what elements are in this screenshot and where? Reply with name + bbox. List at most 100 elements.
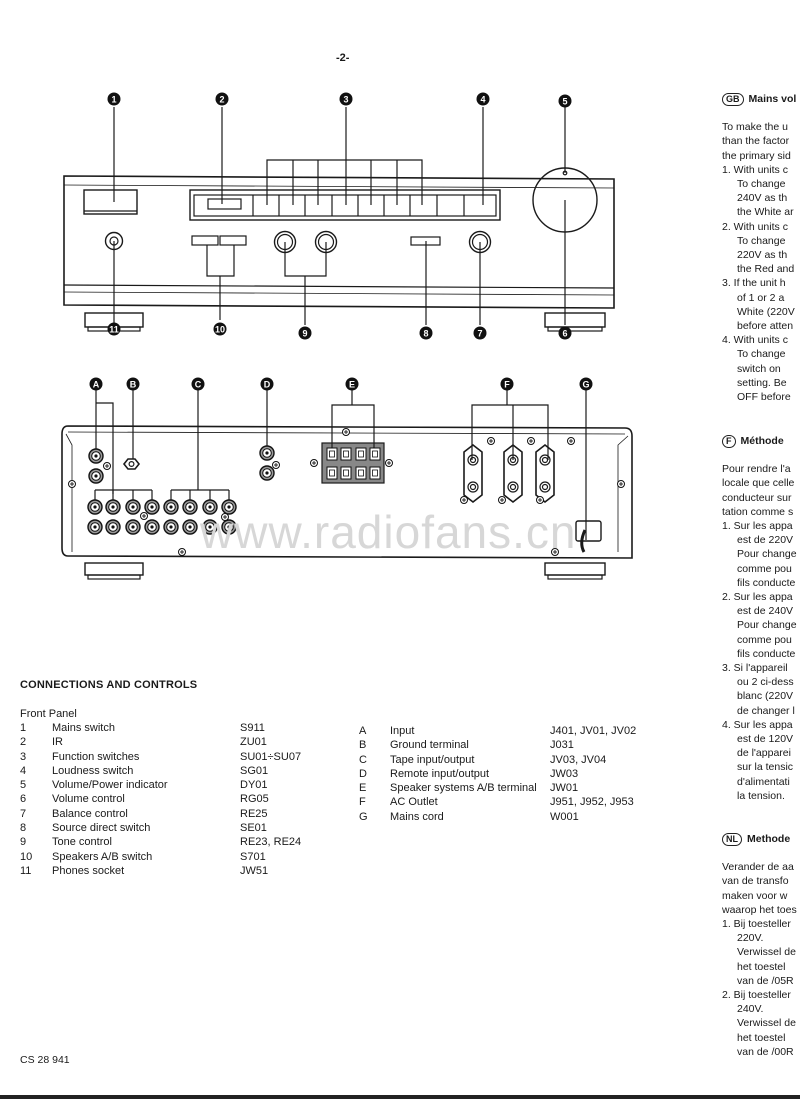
speaker-terminal [326,466,338,480]
rca-jack [182,519,198,535]
item-label: AC Outlet [390,796,438,809]
rca-jack [163,499,179,515]
item-label: IR [52,736,63,749]
svg-text:7: 7 [477,329,482,339]
rca-jack [88,468,104,484]
item-number: 7 [20,807,27,820]
item-label: Volume/Power indicator [52,779,168,792]
callout-1: 1 [107,92,121,106]
numbered-step: 3. If the unit h of 1 or 2 a White (220V be… [722,277,795,333]
section-heading: F Méthode [722,434,800,448]
item-label: Input [390,725,415,737]
rca-jack [163,519,179,535]
bottom-rule [0,1095,800,1099]
screw-icon [140,512,148,520]
screw-icon [342,428,350,436]
screw-icon [272,461,280,469]
item-code: S701 [240,850,266,863]
item-number: D [359,767,367,780]
item-number: 10 [20,850,33,863]
screw-icon [68,480,76,488]
screw-icon [487,437,495,445]
screw-icon [385,459,393,467]
rca-jack [125,519,141,535]
section-gb-mains-voltage: GB Mains vol To make the u than the factor t… [722,92,800,404]
speaker-terminal [369,466,381,480]
callout-4: 4 [476,92,490,106]
intro-paragraph: Verander de aa van de transfo maken voor w… [722,861,797,916]
callout-A: A [89,377,103,391]
callout-2: 2 [215,92,229,106]
item-number: 8 [20,822,27,835]
svg-text:F: F [504,380,510,390]
item-code: DY01 [240,779,268,792]
rca-jack [87,499,103,515]
item-label: Speakers A/B switch [52,850,153,863]
section-heading: GB Mains vol [722,92,800,106]
watermark: www.radiofans.cn [200,506,577,558]
numbered-step: 1. Bij toesteller 220V. Verwissel de het to… [722,918,796,987]
callout-8: 8 [419,326,433,340]
item-code: J951, J952, J953 [550,796,634,809]
list-item: 4 Loudness switch SG01 [20,764,340,778]
item-label: Remote input/output [390,767,490,780]
speaker-terminal [355,466,367,480]
callout-3: 3 [339,92,353,106]
rca-jack [105,499,121,515]
item-number: 2 [20,736,27,749]
list-item: F AC Outlet J951, J952, J953 [359,795,719,809]
svg-text:G: G [582,380,589,390]
list-item: G Mains cord W001 [359,810,719,824]
callout-C: C [191,377,205,391]
screw-icon [460,496,468,504]
screw-icon [103,462,111,470]
numbered-step: 1. Sur les appa est de 220V Pour change com… [722,520,797,589]
list-item: 1 Mains switch S911 [20,721,340,735]
svg-text:C: C [195,380,202,390]
item-number: B [359,739,367,752]
list-item: D Remote input/output JW03 [359,767,719,781]
rca-jack [144,499,160,515]
item-code: JV03, JV04 [550,753,607,766]
callout-5: 5 [558,94,572,108]
svg-text:D: D [264,380,271,390]
intro-paragraph: Pour rendre l'a locale que celle conducteu… [722,463,795,518]
item-label: Tone control [52,836,112,849]
rca-jack [105,519,121,535]
callout-B: B [126,377,140,391]
item-label: Phones socket [52,864,125,877]
speaker-terminal [369,447,381,461]
item-code: SG01 [240,764,269,777]
screw-icon [617,480,625,488]
item-code: SU01÷SU07 [240,750,302,763]
svg-text:11: 11 [109,325,119,335]
list-item: E Speaker systems A/B terminal JW01 [359,781,719,795]
item-number: 11 [20,864,32,877]
document-code: CS 28 941 [20,1054,70,1066]
screw-icon [527,437,535,445]
item-label: Balance control [52,807,128,820]
svg-text:10: 10 [215,325,225,335]
item-code: J401, JV01, JV02 [550,725,637,737]
list-item: 9 Tone control RE23, RE24 [20,835,340,849]
language-badge: F [722,434,736,448]
item-label: Tape input/output [390,753,475,766]
callout-7: 7 [473,326,487,340]
svg-text:2: 2 [219,95,224,105]
rca-jack [88,448,104,464]
item-number: E [359,782,367,795]
speaker-terminal [340,447,352,461]
speaker-terminal [340,466,352,480]
list-item: 3 Function switches SU01÷SU07 [20,750,340,764]
numbered-step: 2. Sur les appa est de 240V Pour change com… [722,591,797,660]
front-panel-heading: Front Panel [20,708,77,720]
item-number: 6 [20,793,27,806]
language-badge: GB [722,92,744,106]
heading-text: Méthode [740,435,784,447]
callout-G: G [579,377,593,391]
item-label: Mains cord [390,810,444,823]
svg-text:8: 8 [423,329,428,339]
svg-text:5: 5 [562,97,567,107]
svg-text:1: 1 [111,95,116,105]
item-number: F [359,796,366,809]
